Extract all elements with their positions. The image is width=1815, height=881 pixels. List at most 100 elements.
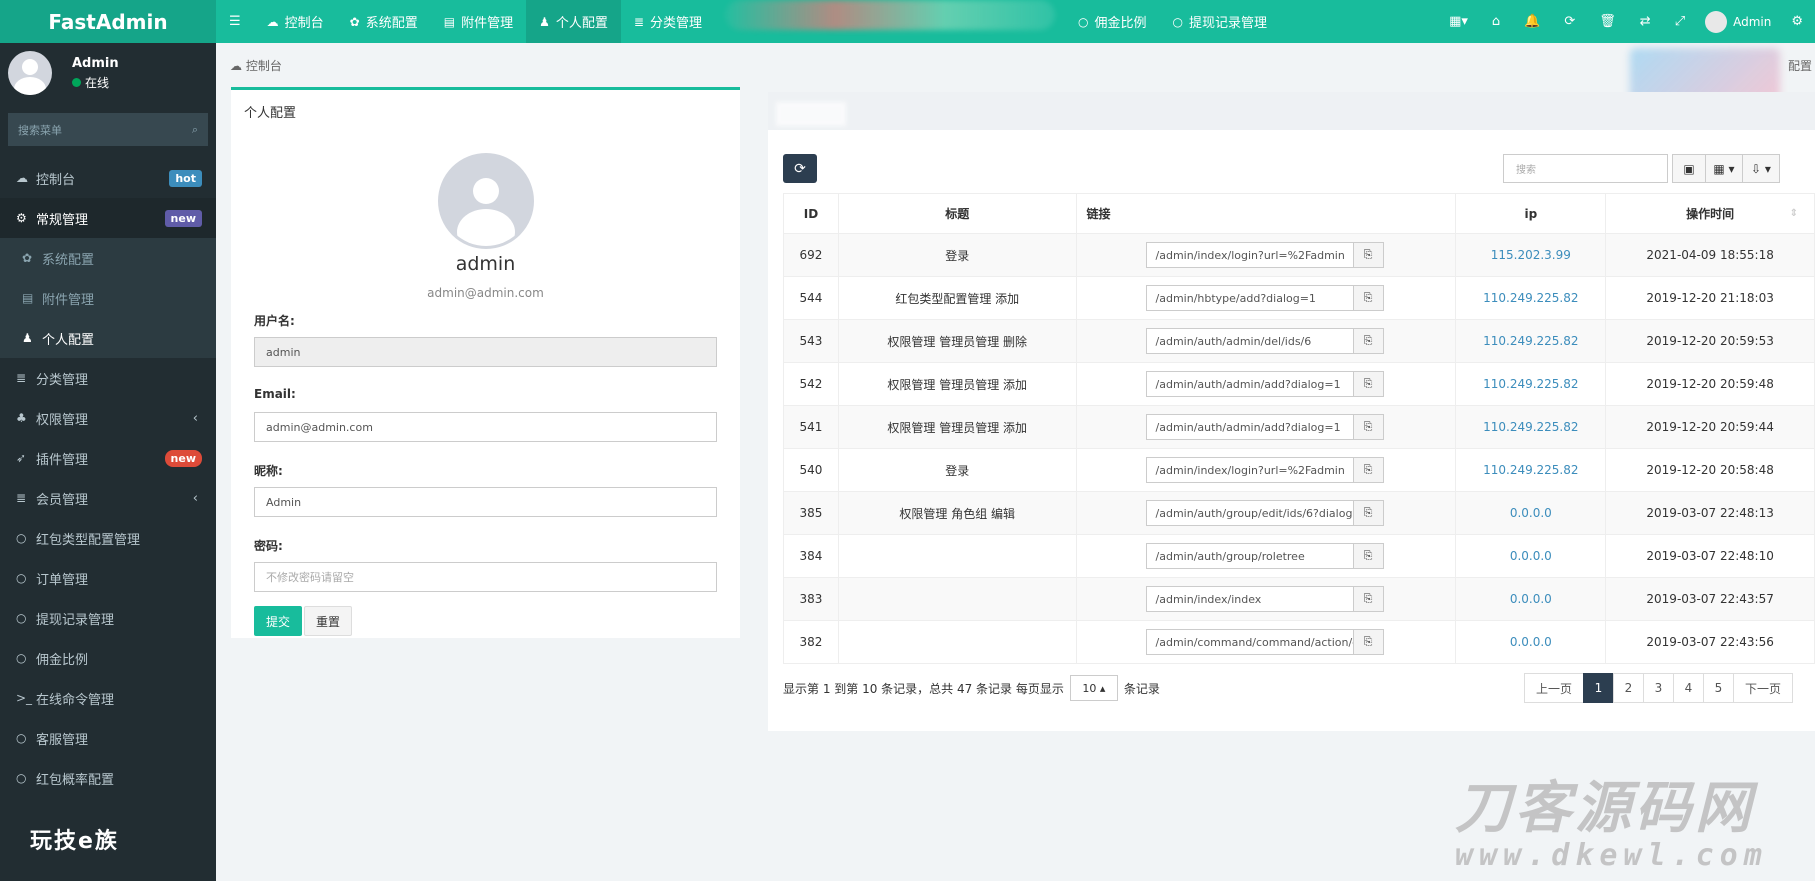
sidebar-item-members[interactable]: ≣ 会员管理 ‹ [0, 478, 216, 518]
sidebar-item-service[interactable]: ○ 客服管理 [0, 718, 216, 758]
sidebar-item-auth[interactable]: ♣ 权限管理 ‹ [0, 398, 216, 438]
table-row: 382/admin/command/command/action/e ⎘ 0.0.0… [783, 620, 1815, 664]
sort-icon[interactable]: ⇕ [1790, 208, 1798, 219]
tab-dashboard[interactable]: ☁ 控制台 [254, 0, 337, 43]
col-id[interactable]: ID [783, 193, 839, 234]
sidebar-item-dashboard[interactable]: ☁ 控制台 hot [0, 158, 216, 198]
link-icon[interactable]: ⎘ [1353, 586, 1384, 612]
page-1-button[interactable]: 1 [1583, 673, 1614, 703]
sidebar-item-commission[interactable]: ○ 佣金比例 [0, 638, 216, 678]
url-field[interactable]: /admin/hbtype/add?dialog=1 [1145, 285, 1354, 311]
cell-ip[interactable]: 110.249.225.82 [1455, 276, 1607, 320]
tab-commission[interactable]: ○ 佣金比例 [1065, 0, 1160, 43]
cell-link: /admin/index/login?url=%2Fadmin ⎘ [1075, 448, 1457, 492]
link-icon[interactable]: ⎘ [1353, 285, 1384, 311]
sidebar-item-system-config[interactable]: ✿ 系统配置 [0, 238, 216, 278]
blurred-tab[interactable] [776, 102, 846, 126]
link-icon[interactable]: ⎘ [1353, 543, 1384, 569]
sidebar-item-category[interactable]: ≣ 分类管理 [0, 358, 216, 398]
cell-ip[interactable]: 0.0.0.0 [1455, 534, 1607, 578]
circle-icon: ○ [1077, 14, 1089, 29]
tab-profile[interactable]: ♟ 个人配置 [526, 0, 621, 43]
email-field[interactable]: admin@admin.com [254, 412, 717, 442]
nickname-field[interactable]: Admin [254, 487, 717, 517]
table-search-input[interactable]: 搜索 [1503, 154, 1668, 183]
sidebar-item-profile[interactable]: ♟ 个人配置 [0, 318, 216, 358]
password-field[interactable]: 不修改密码请留空 [254, 562, 717, 592]
language-icon[interactable]: ⇄ [1628, 14, 1663, 29]
cell-ip[interactable]: 110.249.225.82 [1455, 405, 1607, 449]
cell-ip[interactable]: 0.0.0.0 [1455, 577, 1607, 621]
col-ip[interactable]: ip [1455, 193, 1607, 234]
page-4-button[interactable]: 4 [1673, 673, 1704, 703]
url-field[interactable]: /admin/command/command/action/e [1145, 629, 1354, 655]
sidebar-item-withdraw[interactable]: ○ 提现记录管理 [0, 598, 216, 638]
cell-ip[interactable]: 110.249.225.82 [1455, 448, 1607, 492]
fullscreen-icon[interactable]: ⤢ [1663, 14, 1697, 29]
bell-icon[interactable]: 🔔 [1512, 14, 1552, 29]
link-icon[interactable]: ⎘ [1353, 242, 1384, 268]
columns-icon[interactable]: ▦ ▾ [1705, 154, 1743, 183]
col-title[interactable]: 标题 [837, 193, 1077, 234]
grid-menu-icon[interactable]: ▦▾ [1437, 14, 1480, 29]
gear-icon[interactable]: ⚙ [1779, 14, 1815, 29]
home-icon[interactable]: ⌂ [1480, 14, 1512, 29]
prev-page-button[interactable]: 上一页 [1524, 673, 1584, 703]
url-field[interactable]: /admin/index/login?url=%2Fadmin [1145, 457, 1354, 483]
url-field[interactable]: /admin/index/login?url=%2Fadmin [1145, 242, 1354, 268]
trash-icon[interactable]: 🗑 [1587, 14, 1628, 29]
tab-withdraw[interactable]: ○ 提现记录管理 [1159, 0, 1280, 43]
user-menu[interactable]: Admin [1697, 10, 1779, 33]
cell-id: 543 [783, 319, 839, 363]
url-field[interactable]: /admin/auth/group/roletree [1145, 543, 1354, 569]
col-link[interactable]: 链接 [1075, 193, 1457, 234]
tab-system-config[interactable]: ✿ 系统配置 [337, 0, 431, 43]
table-row: 540 登录/admin/index/login?url=%2Fadmin ⎘ 110… [783, 448, 1815, 492]
refresh-button[interactable]: ⟳ [783, 154, 817, 183]
search-icon[interactable]: ⌕ [192, 123, 198, 137]
cell-time: 2019-12-20 20:59:48 [1605, 362, 1815, 406]
cell-ip[interactable]: 110.249.225.82 [1455, 319, 1607, 363]
url-field[interactable]: /admin/index/index [1145, 586, 1354, 612]
sidebar-item-attachment[interactable]: ▤ 附件管理 [0, 278, 216, 318]
sidebar-search-input[interactable]: 搜索菜单 ⌕ [8, 113, 208, 146]
next-page-button[interactable]: 下一页 [1733, 673, 1793, 703]
cell-ip[interactable]: 115.202.3.99 [1455, 233, 1607, 277]
sidebar-item-redpacket-prob[interactable]: ○ 红包概率配置 [0, 758, 216, 798]
page-5-button[interactable]: 5 [1703, 673, 1734, 703]
tab-attachment[interactable]: ▤ 附件管理 [431, 0, 526, 43]
link-icon[interactable]: ⎘ [1353, 629, 1384, 655]
url-field[interactable]: /admin/auth/admin/del/ids/6 [1145, 328, 1354, 354]
link-icon[interactable]: ⎘ [1353, 457, 1384, 483]
cell-ip[interactable]: 110.249.225.82 [1455, 362, 1607, 406]
link-icon[interactable]: ⎘ [1353, 500, 1384, 526]
sidebar-item-general[interactable]: ⚙ 常规管理 new [0, 198, 216, 238]
sidebar-item-orders[interactable]: ○ 订单管理 [0, 558, 216, 598]
card-view-icon[interactable]: ▣ [1672, 154, 1706, 183]
breadcrumb-item[interactable]: 控制台 [246, 59, 282, 73]
tab-category[interactable]: ≣ 分类管理 [621, 0, 715, 43]
cell-link: /admin/auth/admin/del/ids/6 ⎘ [1075, 319, 1457, 363]
sidebar-item-redpacket-type[interactable]: ○ 红包类型配置管理 [0, 518, 216, 558]
link-icon[interactable]: ⎘ [1353, 371, 1384, 397]
url-field[interactable]: /admin/auth/admin/add?dialog=1 [1145, 414, 1354, 440]
cell-ip[interactable]: 0.0.0.0 [1455, 491, 1607, 535]
profile-avatar[interactable] [438, 153, 534, 249]
page-size-select[interactable]: 10 ▴ [1069, 675, 1118, 701]
url-field[interactable]: /admin/auth/group/edit/ids/6?dialog= [1145, 500, 1354, 526]
sidebar-item-plugins[interactable]: ➶ 插件管理 new [0, 438, 216, 478]
sidebar-toggle-button[interactable]: ☰ [216, 0, 254, 43]
brand-logo[interactable]: FastAdmin [0, 0, 216, 43]
page-3-button[interactable]: 3 [1643, 673, 1674, 703]
export-icon[interactable]: ⇩ ▾ [1742, 154, 1780, 183]
page-2-button[interactable]: 2 [1613, 673, 1644, 703]
link-icon[interactable]: ⎘ [1353, 328, 1384, 354]
url-field[interactable]: /admin/auth/admin/add?dialog=1 [1145, 371, 1354, 397]
reset-button[interactable]: 重置 [304, 606, 352, 636]
col-time[interactable]: 操作时间 ⇕ [1605, 193, 1815, 234]
sidebar-item-command[interactable]: >_ 在线命令管理 [0, 678, 216, 718]
submit-button[interactable]: 提交 [254, 606, 302, 636]
refresh-icon[interactable]: ⟳ [1552, 14, 1587, 29]
cell-ip[interactable]: 0.0.0.0 [1455, 620, 1607, 664]
link-icon[interactable]: ⎘ [1353, 414, 1384, 440]
